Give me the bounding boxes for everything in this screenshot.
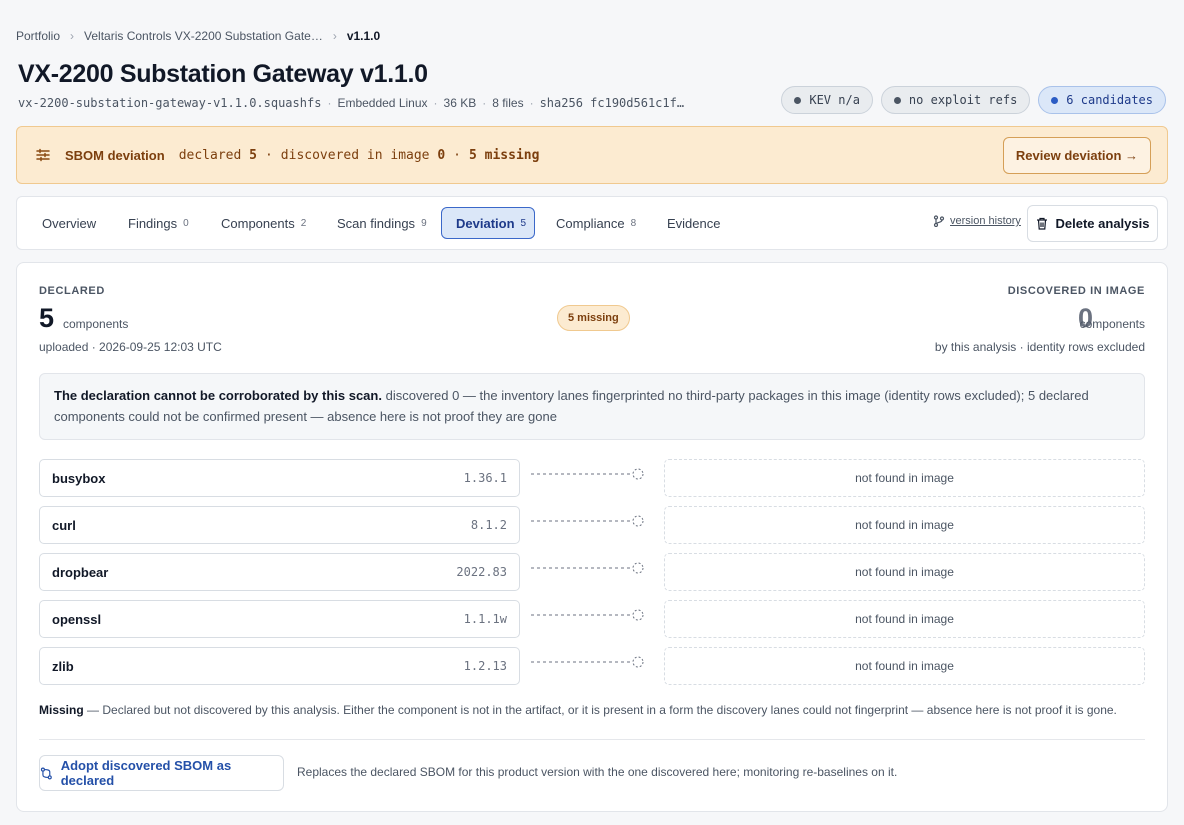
missing-link-connector: [531, 515, 644, 527]
discovered-unit: components: [1079, 317, 1145, 331]
declared-component-row[interactable]: openssl 1.1.1w: [39, 600, 520, 638]
declared-upload-info: uploaded · 2026-09-25 12:03 UTC: [39, 340, 222, 354]
artifact-file-count: 8 files: [492, 96, 524, 110]
tab-components[interactable]: Components 2: [207, 207, 320, 239]
sliders-icon: [36, 148, 50, 162]
adopt-discovered-sbom-button[interactable]: Adopt discovered SBOM as declared: [39, 755, 284, 791]
tab-bar: Overview Findings 0 Components 2 Scan find…: [16, 196, 1168, 250]
missing-badge: 5 missing: [557, 305, 630, 331]
artifact-hash: sha256 fc190d561c1f…: [539, 96, 685, 110]
exploit-refs-badge: no exploit refs: [880, 86, 1031, 114]
breadcrumb-portfolio-link[interactable]: Portfolio: [16, 29, 60, 43]
declared-label: DECLARED: [39, 285, 105, 297]
banner-title: SBOM deviation: [65, 147, 165, 163]
breadcrumb-current-version: v1.1.0: [346, 29, 381, 43]
missing-legend: Missing — Declared but not discovered by…: [39, 703, 1117, 717]
discovered-slot-empty: not found in image: [664, 600, 1145, 638]
banner-stats: declared 5 · discovered in image 0 · 5 m…: [178, 147, 540, 163]
discovered-info: by this analysis · identity rows exclude…: [934, 340, 1145, 354]
corroboration-notice: The declaration cannot be corroborated b…: [39, 373, 1145, 440]
missing-link-connector: [531, 468, 644, 480]
candidates-badge[interactable]: 6 candidates: [1038, 86, 1166, 114]
dot-icon: [794, 96, 802, 104]
delete-analysis-button[interactable]: Delete analysis: [1027, 205, 1158, 242]
divider: [39, 739, 1145, 740]
tab-evidence[interactable]: Evidence: [653, 207, 734, 239]
declared-component-row[interactable]: zlib 1.2.13: [39, 647, 520, 685]
dot-icon: [893, 96, 901, 104]
discovered-slot-empty: not found in image: [664, 506, 1145, 544]
tab-findings[interactable]: Findings 0: [114, 207, 203, 239]
declared-component-row[interactable]: busybox 1.36.1: [39, 459, 520, 497]
declared-unit: components: [63, 317, 129, 331]
page-title: VX-2200 Substation Gateway v1.1.0: [18, 60, 428, 88]
kev-badge: KEV n/a: [781, 86, 873, 114]
breadcrumb-product-link[interactable]: Veltaris Controls VX-2200 Substation Gat…: [84, 29, 323, 43]
discovered-label: DISCOVERED IN IMAGE: [1007, 285, 1145, 297]
discovered-slot-empty: not found in image: [664, 459, 1145, 497]
trash-icon: [1036, 217, 1047, 230]
status-badges: KEV n/a no exploit refs 6 candidates: [781, 86, 1166, 114]
declared-count: 5: [39, 303, 55, 333]
version-history-link[interactable]: version history: [933, 215, 1021, 227]
dot-icon: [1051, 96, 1059, 104]
adopt-description: Replaces the declared SBOM for this prod…: [297, 765, 898, 779]
tab-deviation[interactable]: Deviation 5: [441, 207, 535, 239]
artifact-filename: vx-2200-substation-gateway-v1.1.0.squash…: [18, 96, 322, 110]
swap-icon: [40, 767, 52, 779]
review-deviation-button[interactable]: Review deviation →: [1002, 137, 1151, 174]
discovered-slot-empty: not found in image: [664, 647, 1145, 685]
artifact-meta: vx-2200-substation-gateway-v1.1.0.squash…: [18, 96, 685, 110]
breadcrumb: Portfolio › Veltaris Controls VX-2200 Su…: [16, 28, 380, 44]
tab-scan-findings[interactable]: Scan findings 9: [323, 207, 441, 239]
declared-component-row[interactable]: dropbear 2022.83: [39, 553, 520, 591]
chevron-right-icon: ›: [332, 29, 337, 43]
missing-link-connector: [531, 562, 644, 574]
discovered-slot-empty: not found in image: [664, 553, 1145, 591]
tab-overview[interactable]: Overview: [28, 207, 110, 239]
tab-compliance[interactable]: Compliance 8: [542, 207, 650, 239]
declared-component-row[interactable]: curl 8.1.2: [39, 506, 520, 544]
branch-icon: [933, 215, 945, 227]
deviation-panel: DECLARED 5 components uploaded · 2026-09…: [16, 262, 1168, 812]
chevron-right-icon: ›: [70, 29, 75, 43]
artifact-size: 36 KB: [443, 96, 477, 110]
artifact-os: Embedded Linux: [337, 96, 428, 110]
sbom-deviation-banner: SBOM deviation declared 5 · discovered i…: [16, 126, 1168, 184]
missing-link-connector: [531, 609, 644, 621]
missing-link-connector: [531, 656, 644, 668]
